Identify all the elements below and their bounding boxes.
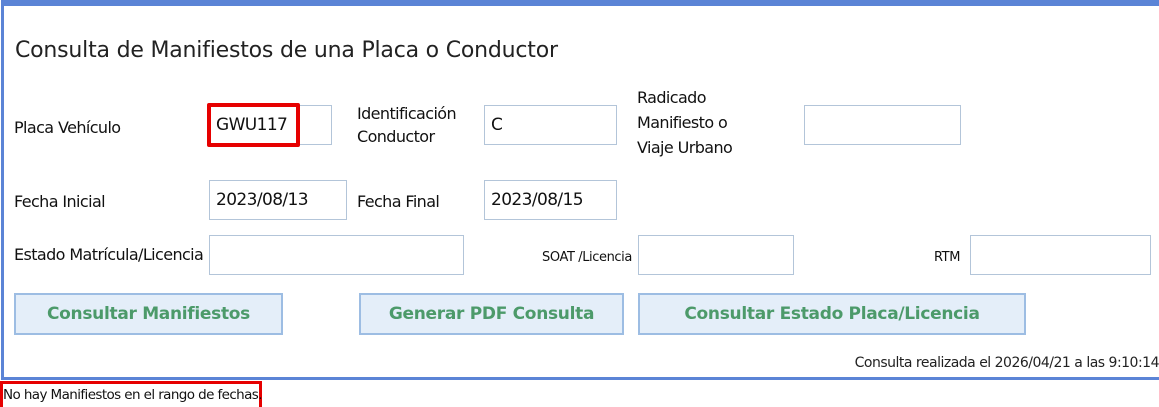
fecha-inicial-input[interactable]: 2023/08/13 xyxy=(209,180,347,220)
consultar-manifiestos-button[interactable]: Consultar Manifiestos xyxy=(14,293,283,335)
no-results-message: No hay Manifiestos en el rango de fechas… xyxy=(3,387,263,403)
consultar-estado-button[interactable]: Consultar Estado Placa/Licencia xyxy=(638,293,1026,335)
identificacion-input[interactable]: C xyxy=(484,105,617,145)
identificacion-label-line2: Conductor xyxy=(357,127,435,146)
fecha-final-input[interactable]: 2023/08/15 xyxy=(484,180,617,220)
fecha-inicial-label: Fecha Inicial xyxy=(14,192,106,211)
estado-input[interactable] xyxy=(209,235,464,275)
estado-label: Estado Matrícula/Licencia xyxy=(14,245,204,264)
placa-label: Placa Vehículo xyxy=(14,118,121,137)
rtm-label: RTM xyxy=(934,250,961,265)
page: Consulta de Manifiestos de una Placa o C… xyxy=(0,0,1159,407)
radicado-label-line3: Viaje Urbano xyxy=(637,138,733,157)
placa-input[interactable]: GWU117 xyxy=(209,105,332,145)
radicado-input[interactable] xyxy=(804,105,961,145)
soat-label: SOAT /Licencia xyxy=(542,250,632,265)
status-text: Consulta realizada el 2026/04/21 a las 9… xyxy=(854,355,1159,371)
generar-pdf-button[interactable]: Generar PDF Consulta xyxy=(359,293,624,335)
radicado-label-line2: Manifiesto o xyxy=(637,113,728,132)
fecha-final-label: Fecha Final xyxy=(357,192,440,211)
soat-input[interactable] xyxy=(638,235,794,275)
rtm-input[interactable] xyxy=(970,235,1151,275)
query-panel: Consulta de Manifiestos de una Placa o C… xyxy=(1,0,1159,380)
page-title: Consulta de Manifiestos de una Placa o C… xyxy=(15,38,558,63)
radicado-label-line1: Radicado xyxy=(637,88,707,107)
identificacion-label-line1: Identificación xyxy=(357,104,457,123)
